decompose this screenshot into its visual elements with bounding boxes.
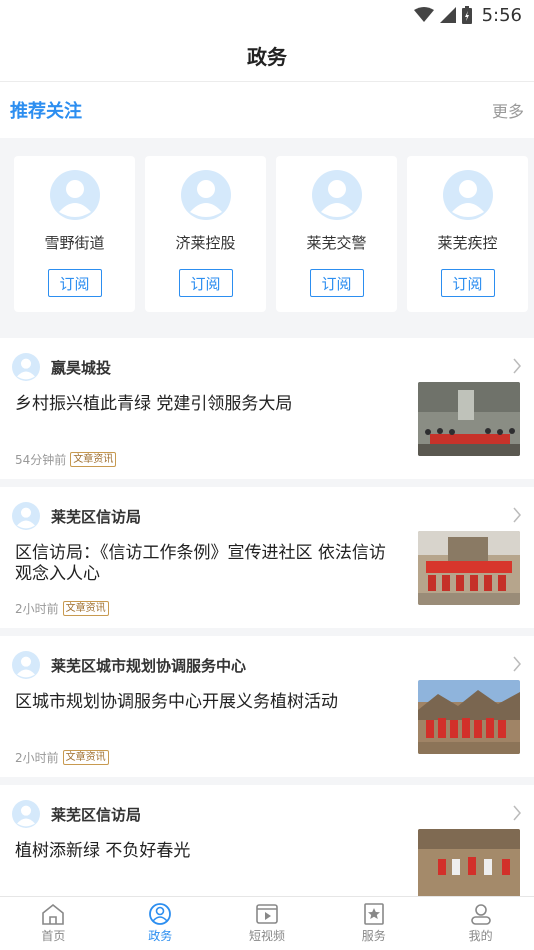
news-title[interactable]: 区城市规划协调服务中心开展义务植树活动	[12, 692, 402, 713]
avatar-icon	[12, 353, 40, 381]
source-name: 嬴昊城投	[51, 358, 112, 377]
government-icon	[149, 903, 172, 925]
news-thumbnail[interactable]	[418, 382, 520, 456]
recommend-title: 推荐关注	[10, 101, 82, 122]
source-name: 莱芜区信访局	[51, 507, 142, 526]
recommend-card[interactable]: 莱芜交警 订阅	[276, 156, 397, 312]
news-source[interactable]: 莱芜区城市规划协调服务中心	[12, 650, 520, 680]
news-item[interactable]: 莱芜区城市规划协调服务中心 区城市规划协调服务中心开展义务植树活动 2小时前 文…	[0, 636, 534, 777]
news-source[interactable]: 嬴昊城投	[12, 352, 520, 382]
news-tag: 文章资讯	[62, 601, 109, 616]
tab-service[interactable]: 服务	[320, 897, 427, 950]
tab-label: 短视频	[248, 929, 285, 943]
source-name: 莱芜区城市规划协调服务中心	[51, 656, 247, 675]
app-screen: 5:56 政务 推荐关注 更多 雪野街道 订阅 济莱控股 订阅 莱芜交警 订阅 …	[0, 0, 534, 950]
news-source[interactable]: 莱芜区信访局	[12, 799, 520, 829]
chevron-right-icon[interactable]	[512, 358, 522, 374]
news-thumbnail[interactable]	[418, 829, 520, 903]
tab-home[interactable]: 首页	[0, 897, 107, 950]
chevron-right-icon[interactable]	[512, 805, 522, 821]
news-title[interactable]: 区信访局：《信访工作条例》宣传进社区 依法信访观念入人心	[12, 543, 402, 585]
tab-label: 政务	[148, 929, 173, 943]
chevron-right-icon[interactable]	[512, 656, 522, 672]
source-name: 莱芜区信访局	[51, 805, 142, 824]
service-icon	[363, 903, 384, 925]
status-time: 5:56	[481, 4, 522, 26]
news-item[interactable]: 嬴昊城投 乡村振兴植此青绿 党建引领服务大局 54分钟前 文章资讯	[0, 338, 534, 479]
avatar-icon	[180, 170, 231, 220]
recommend-name: 莱芜疾控	[437, 234, 498, 252]
home-icon	[42, 903, 65, 925]
recommend-card[interactable]: 莱芜疾控 订阅	[407, 156, 528, 312]
news-time: 54分钟前	[15, 453, 67, 467]
tab-profile[interactable]: 我的	[427, 897, 534, 950]
page-title: 政务	[247, 45, 287, 69]
news-time: 2小时前	[15, 751, 59, 765]
recommend-header: 推荐关注 更多	[0, 82, 534, 138]
subscribe-button[interactable]: 订阅	[178, 269, 233, 297]
tab-label: 首页	[41, 929, 66, 943]
subscribe-button[interactable]: 订阅	[440, 269, 495, 297]
news-item[interactable]: 莱芜区信访局 区信访局：《信访工作条例》宣传进社区 依法信访观念入人心 2小时前…	[0, 487, 534, 628]
recommend-name: 雪野街道	[44, 234, 105, 252]
profile-icon	[470, 904, 491, 925]
news-tag: 文章资讯	[62, 750, 109, 765]
avatar-icon	[49, 170, 100, 220]
tab-short-video[interactable]: 短视频	[214, 897, 321, 950]
bottom-tab-bar: 首页 政务 短视频 服务 我的	[0, 896, 534, 950]
news-thumbnail[interactable]	[418, 680, 520, 754]
avatar-icon	[442, 170, 493, 220]
status-bar: 5:56	[0, 0, 534, 30]
news-title[interactable]: 乡村振兴植此青绿 党建引领服务大局	[12, 394, 402, 415]
recommend-name: 济莱控股	[175, 234, 236, 252]
news-feed: 嬴昊城投 乡村振兴植此青绿 党建引领服务大局 54分钟前 文章资讯 莱芜区信访局…	[0, 338, 534, 926]
news-thumbnail[interactable]	[418, 531, 520, 605]
tab-label: 服务	[361, 929, 386, 943]
avatar-icon	[12, 502, 40, 530]
battery-icon	[461, 6, 472, 24]
tab-label: 我的	[468, 929, 493, 943]
recommend-card[interactable]: 雪野街道 订阅	[14, 156, 135, 312]
avatar-icon	[12, 651, 40, 679]
video-icon	[256, 904, 278, 924]
news-source[interactable]: 莱芜区信访局	[12, 501, 520, 531]
news-tag: 文章资讯	[70, 452, 117, 467]
recommend-card[interactable]: 济莱控股 订阅	[145, 156, 266, 312]
avatar-icon	[12, 800, 40, 828]
tab-government[interactable]: 政务	[107, 897, 214, 950]
more-link[interactable]: 更多	[492, 98, 524, 122]
page-header: 政务	[0, 30, 534, 82]
news-title[interactable]: 植树添新绿 不负好春光	[12, 841, 402, 862]
news-time: 2小时前	[15, 602, 59, 616]
subscribe-button[interactable]: 订阅	[309, 269, 364, 297]
subscribe-button[interactable]: 订阅	[47, 269, 102, 297]
recommend-cards: 雪野街道 订阅 济莱控股 订阅 莱芜交警 订阅 莱芜疾控 订阅	[0, 138, 534, 338]
avatar-icon	[311, 170, 362, 220]
chevron-right-icon[interactable]	[512, 507, 522, 523]
wifi-icon	[413, 7, 434, 22]
signal-icon	[439, 7, 456, 23]
recommend-name: 莱芜交警	[306, 234, 367, 252]
